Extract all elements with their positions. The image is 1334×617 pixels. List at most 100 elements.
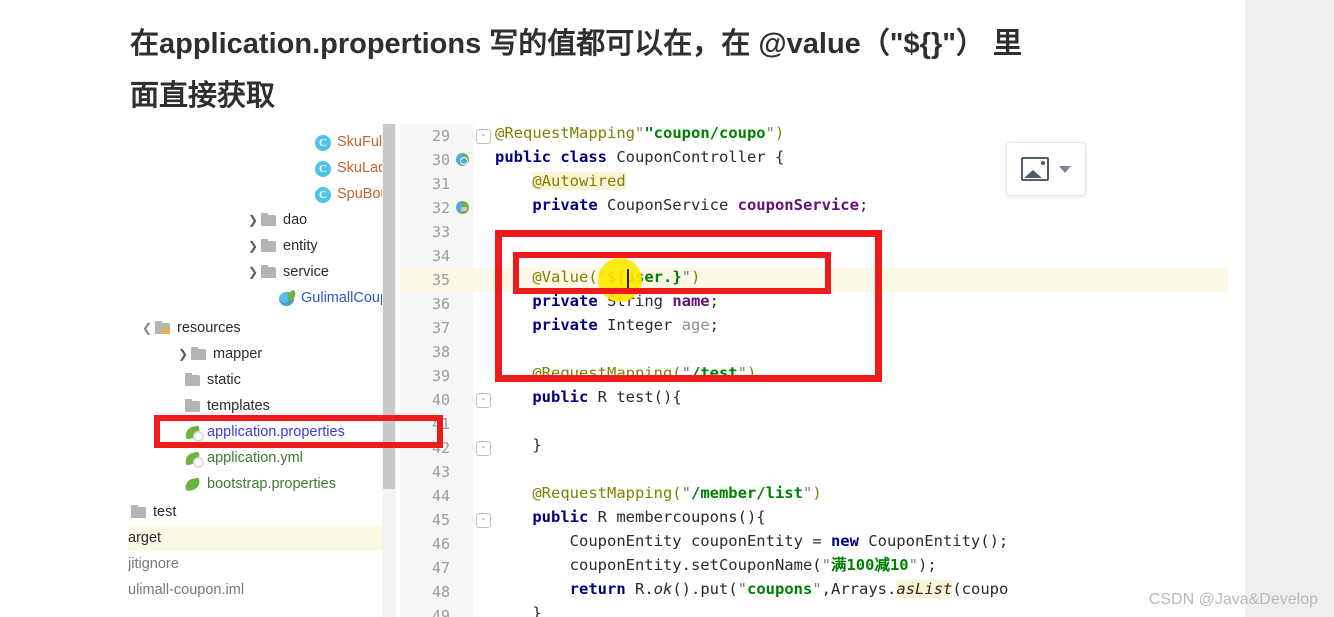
page-root: 在application.propertions 写的值都可以在，在 @valu… [0,0,1334,617]
folder-icon [260,265,278,280]
java-class-icon [314,135,332,151]
line-number: 32 [431,199,450,217]
tree-item-bootstrap-properties[interactable]: bootstrap.properties [184,472,336,497]
tree-item-label: GulimallCoupo [301,290,382,306]
tree-item-dao[interactable]: ❯ dao [246,208,307,233]
chevron-right-icon[interactable]: ❯ [246,208,260,233]
chevron-right-icon[interactable]: ❯ [176,342,190,367]
tree-item-label: mapper [213,346,263,362]
tree-item-label: arget [128,530,162,546]
spring-leaf-icon [184,477,202,492]
chevron-right-icon[interactable]: ❯ [246,260,260,285]
tree-item-gulimall-coupon-iml[interactable]: ulimall-coupon.iml [128,578,244,603]
tree-item-label: resources [177,320,241,336]
line-number: 43 [431,463,450,481]
fold-marker[interactable]: - [476,441,491,456]
project-tree[interactable]: SkuFullRed SkuLadder SpuBound ❯ dao ❯ en… [128,124,382,617]
code-line-44[interactable]: @RequestMapping("/member/list") [495,481,821,505]
line-number: 30 [431,151,450,169]
line-number: 38 [431,343,450,361]
spring-autowire-icon[interactable] [456,201,469,214]
code-line-37[interactable]: private Integer age; [495,313,719,337]
code-line-45[interactable]: public R membercoupons(){ [495,505,765,529]
line-number: 41 [431,415,450,433]
caret-down-icon[interactable] [1059,165,1071,173]
line-number: 47 [431,559,450,577]
tree-item-label: static [207,372,241,388]
line-number: 39 [431,367,450,385]
tree-item-templates[interactable]: templates [184,394,270,419]
tree-item-application-yml[interactable]: application.yml [184,446,303,471]
image-placeholder-widget[interactable] [1006,142,1086,196]
tree-item-gulimallcouponapplication[interactable]: GulimallCoupo [278,286,382,311]
page-title-line1: 在application.propertions 写的值都可以在，在 @valu… [130,28,1023,60]
code-line-46[interactable]: CouponEntity couponEntity = new CouponEn… [495,529,1009,553]
tree-item-application-properties[interactable]: application.properties [184,420,345,445]
tree-item-label: ulimall-coupon.iml [128,582,245,598]
code-line-39[interactable]: @RequestMapping("/test") [495,361,756,385]
tree-item-label: dao [283,212,308,228]
java-class-icon [314,161,332,177]
line-number: 46 [431,535,450,553]
code-line-30[interactable]: public class CouponController { [495,145,784,169]
code-line-29[interactable]: @RequestMapping""coupon/coupo") [495,124,784,145]
tree-item-gitignore[interactable]: jitignore [128,552,179,577]
spring-app-icon [278,291,296,306]
line-number: 44 [431,487,450,505]
line-number: 40 [431,391,450,409]
folder-icon [260,239,278,254]
line-number: 34 [431,247,450,265]
code-line-49[interactable]: } [495,601,541,617]
tree-item-static[interactable]: static [184,368,241,393]
code-editor[interactable]: 29 30 31 32 33 34 35 36 37 38 39 40 41 4… [400,124,1228,617]
tree-item-test[interactable]: test [128,500,176,525]
tree-item-label: SkuLadder [337,160,382,176]
chevron-right-icon[interactable]: ❯ [246,234,260,259]
folder-icon [130,505,148,520]
cursor-highlight-blob [598,258,642,302]
line-number: 29 [431,127,450,145]
tree-item-label: application.properties [207,424,345,440]
folder-icon [184,373,202,388]
tree-item-label: bootstrap.properties [207,476,336,492]
folder-icon [260,213,278,228]
tree-item-entity[interactable]: ❯ entity [246,234,318,259]
code-line-47[interactable]: couponEntity.setCouponName("满100减10"); [495,553,937,577]
spring-config-icon [184,451,204,468]
tree-item-service[interactable]: ❯ service [246,260,329,285]
fold-marker[interactable]: - [476,393,491,408]
java-class-icon [314,187,332,203]
tree-item-label: test [153,504,177,520]
tree-item-target[interactable]: arget [128,526,382,551]
tree-item-mapper[interactable]: ❯ mapper [176,342,262,367]
watermark: CSDN @Java&Develop [1148,591,1318,608]
tree-item-label: jitignore [128,556,179,572]
editor-fold-column [473,124,495,617]
line-number: 35 [431,271,450,289]
tree-scrollbar-thumb[interactable] [383,124,395,489]
tree-item-skufullreduction[interactable]: SkuFullRed [314,130,382,155]
resources-folder-icon [154,321,172,336]
code-line-48[interactable]: return R.ok().put("coupons",Arrays.asLis… [495,577,1008,601]
tree-item-label: SpuBound [337,186,382,202]
tree-item-label: service [283,264,329,280]
folder-icon [190,347,208,362]
code-line-32[interactable]: private CouponService couponService; [495,193,868,217]
line-number: 36 [431,295,450,313]
spring-bean-icon[interactable] [456,153,469,166]
tree-item-label: SkuFullRed [337,134,382,150]
code-line-42[interactable]: } [495,433,541,457]
tree-item-resources[interactable]: ❮ resources [140,316,241,341]
line-number: 48 [431,583,450,601]
code-line-40[interactable]: public R test(){ [495,385,681,409]
tree-item-spubound[interactable]: SpuBound [314,182,382,207]
page-title-line2: 面直接获取 [130,80,276,112]
fold-marker[interactable]: - [476,129,491,144]
chevron-down-icon[interactable]: ❮ [140,316,154,341]
spring-config-icon [184,425,204,442]
tree-item-label: application.yml [207,450,303,466]
code-line-31[interactable]: @Autowired [495,169,626,193]
fold-marker[interactable]: - [476,513,491,528]
tree-item-skuladder[interactable]: SkuLadder [314,156,382,181]
right-side-panel [1245,0,1334,617]
